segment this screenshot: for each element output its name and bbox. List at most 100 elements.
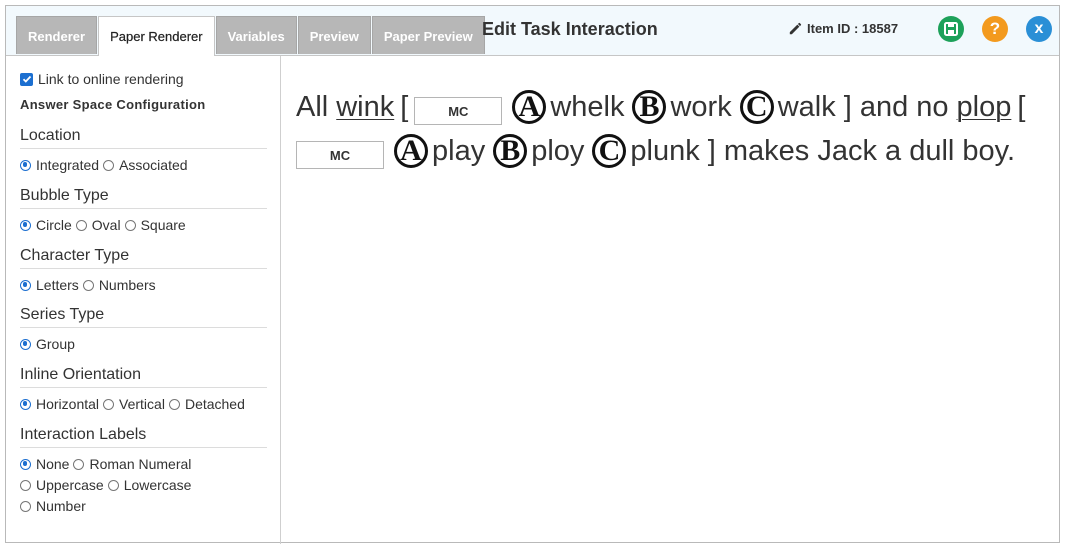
word-all: All <box>296 90 329 123</box>
radio-icon <box>124 219 136 231</box>
radio-letters[interactable]: Letters <box>20 277 79 293</box>
character-type-title: Character Type <box>20 247 267 269</box>
bubble-c-1: C <box>739 90 774 124</box>
interaction-labels-options-row1: None Roman Numeral <box>20 456 195 472</box>
radio-icon <box>20 500 31 512</box>
interaction-labels-options-row2: Uppercase Lowercase <box>20 477 195 493</box>
link-online-rendering-label: Link to online rendering <box>38 71 184 87</box>
radio-label: Horizontal <box>36 396 100 412</box>
option-plunk: plunk <box>630 134 700 167</box>
radio-label: Lowercase <box>123 477 192 493</box>
radio-icon <box>103 159 115 171</box>
tab-paper-renderer[interactable]: Paper Renderer <box>98 16 215 56</box>
bubble-a-1: A <box>512 90 547 124</box>
option-whelk: whelk <box>550 90 625 123</box>
option-play: play <box>432 134 486 167</box>
series-type-options: Group <box>20 336 79 352</box>
text-and-no: ] and no <box>843 90 949 123</box>
tab-bar: Renderer Paper Renderer Variables Previe… <box>16 16 486 56</box>
bubble-c-2: C <box>592 134 627 168</box>
edit-task-window: Renderer Paper Renderer Variables Previe… <box>5 5 1060 544</box>
paper-render-preview: All wink [ MC A whelk B work C walk ] an… <box>282 56 1059 542</box>
radio-icon <box>75 219 87 231</box>
radio-selected-icon <box>20 338 31 350</box>
tab-paper-preview[interactable]: Paper Preview <box>371 16 485 54</box>
link-online-rendering-checkbox[interactable]: Link to online rendering <box>20 71 184 87</box>
page-title: Edit Task Interaction <box>482 19 658 39</box>
radio-label: None <box>36 456 70 472</box>
option-ploy: ploy <box>531 134 585 167</box>
radio-label: Associated <box>119 157 188 173</box>
sentence-line-2: MC A play B ploy C plunk ] makes Jack a … <box>296 134 1016 169</box>
close-icon: x <box>1034 20 1044 37</box>
answer-space-title: Answer Space Configuration <box>20 97 206 112</box>
radio-icon <box>168 398 180 410</box>
checkbox-checked-icon <box>20 72 33 86</box>
radio-selected-icon <box>20 159 31 171</box>
radio-icon <box>20 479 31 491</box>
radio-label: Integrated <box>36 157 100 173</box>
radio-icon <box>107 479 119 491</box>
config-sidebar: Link to online rendering Answer Space Co… <box>6 56 281 544</box>
radio-horizontal[interactable]: Horizontal <box>20 396 99 412</box>
item-id: Item ID : 18587 <box>789 21 898 36</box>
bubble-b-1: B <box>632 90 667 124</box>
mc-box-2[interactable]: MC <box>296 141 384 169</box>
radio-selected-icon <box>20 458 31 470</box>
tab-variables[interactable]: Variables <box>215 16 297 54</box>
radio-label: Oval <box>91 217 121 233</box>
help-icon: ? <box>989 19 1001 38</box>
radio-group[interactable]: Group <box>20 336 75 352</box>
character-type-options: Letters Numbers <box>20 277 160 293</box>
radio-circle[interactable]: Circle <box>20 217 72 233</box>
radio-selected-icon <box>20 279 31 291</box>
radio-detached[interactable]: Detached <box>168 396 245 412</box>
radio-label: Detached <box>184 396 245 412</box>
radio-square[interactable]: Square <box>124 217 186 233</box>
radio-none[interactable]: None <box>20 456 69 472</box>
radio-label: Uppercase <box>36 477 104 493</box>
location-title: Location <box>20 127 267 149</box>
radio-label: Group <box>36 336 75 352</box>
radio-roman-numeral[interactable]: Roman Numeral <box>73 456 191 472</box>
radio-number[interactable]: Number <box>20 498 86 514</box>
word-wink: wink <box>336 90 395 123</box>
bracket-open: [ <box>400 90 409 123</box>
mc-box-1[interactable]: MC <box>414 97 503 125</box>
radio-uppercase[interactable]: Uppercase <box>20 477 104 493</box>
bracket-open-2: [ <box>1017 90 1026 123</box>
save-icon <box>944 22 958 36</box>
tab-preview[interactable]: Preview <box>297 16 371 54</box>
series-type-title: Series Type <box>20 306 267 328</box>
radio-oval[interactable]: Oval <box>75 217 121 233</box>
interaction-labels-options-row3: Number <box>20 498 90 514</box>
radio-icon <box>73 458 85 470</box>
radio-label: Letters <box>36 277 79 293</box>
option-walk: walk <box>777 90 836 123</box>
close-button[interactable]: x <box>1026 16 1052 42</box>
bubble-type-options: Circle Oval Square <box>20 217 190 233</box>
radio-associated[interactable]: Associated <box>103 157 188 173</box>
radio-label: Circle <box>36 217 72 233</box>
word-plop: plop <box>956 90 1012 123</box>
header-bar: Renderer Paper Renderer Variables Previe… <box>6 6 1059 56</box>
interaction-labels-title: Interaction Labels <box>20 426 267 448</box>
bubble-b-2: B <box>493 134 528 168</box>
pencil-icon <box>789 22 802 35</box>
radio-label: Vertical <box>119 396 165 412</box>
location-options: Integrated Associated <box>20 157 192 173</box>
radio-icon <box>82 279 94 291</box>
radio-selected-icon <box>20 219 31 231</box>
bubble-type-title: Bubble Type <box>20 187 267 209</box>
radio-label: Square <box>140 217 186 233</box>
radio-lowercase[interactable]: Lowercase <box>107 477 192 493</box>
tab-renderer[interactable]: Renderer <box>16 16 98 54</box>
radio-integrated[interactable]: Integrated <box>20 157 99 173</box>
radio-vertical[interactable]: Vertical <box>103 396 165 412</box>
inline-orientation-title: Inline Orientation <box>20 366 267 388</box>
save-button[interactable] <box>938 16 964 42</box>
help-button[interactable]: ? <box>982 16 1008 42</box>
radio-numbers[interactable]: Numbers <box>82 277 156 293</box>
radio-label: Roman Numeral <box>89 456 192 472</box>
text-makes-jack: ] makes Jack a dull boy. <box>707 134 1016 167</box>
